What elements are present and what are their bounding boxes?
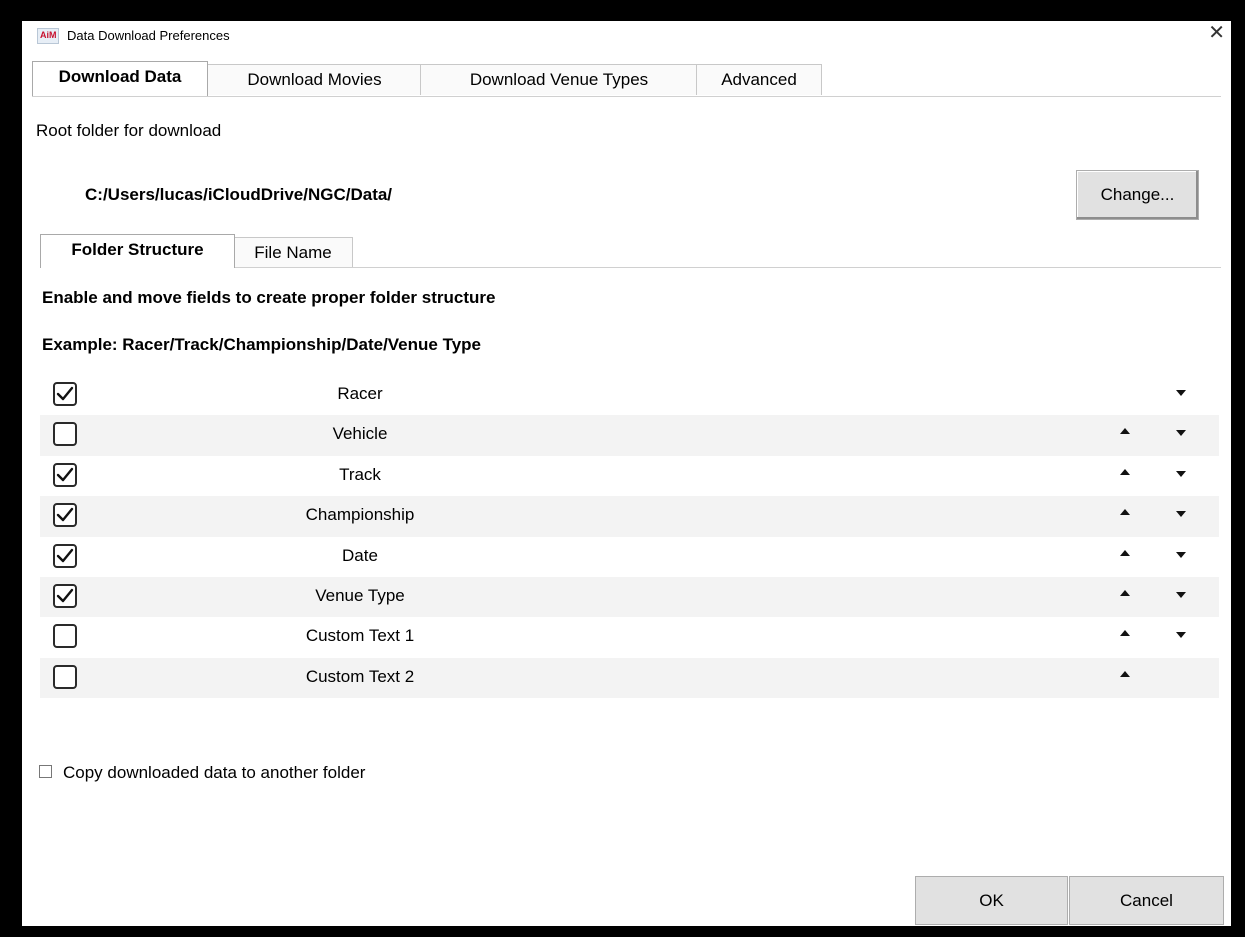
cancel-button[interactable]: Cancel xyxy=(1069,876,1224,925)
field-row: Vehicle xyxy=(40,415,1219,456)
field-row: Date xyxy=(40,537,1219,577)
window-title: Data Download Preferences xyxy=(67,28,230,43)
field-row: Custom Text 1 xyxy=(40,617,1219,657)
field-row: Venue Type xyxy=(40,576,1219,618)
field-label: Custom Text 1 xyxy=(305,626,415,646)
field-label: Track xyxy=(339,464,381,484)
tab-download-data[interactable]: Download Data xyxy=(32,61,208,96)
field-label: Championship xyxy=(305,505,415,525)
app-logo-icon: AiM xyxy=(37,28,59,44)
move-up-icon[interactable] xyxy=(1120,549,1130,556)
move-up-icon[interactable] xyxy=(1120,630,1130,637)
tab-file-name[interactable]: File Name xyxy=(233,237,353,268)
field-row: Championship xyxy=(40,496,1219,537)
move-up-icon[interactable] xyxy=(1120,589,1130,596)
field-row: Track xyxy=(40,456,1219,496)
copy-to-folder-label: Copy downloaded data to another folder xyxy=(63,763,366,782)
field-list: Racer Vehicle Track Championship Date Venue T… xyxy=(40,375,1219,699)
example-text: Example: Racer/Track/Championship/Date/V… xyxy=(42,335,482,354)
close-icon[interactable]: ✕ xyxy=(1208,23,1225,43)
tab-download-venue-types[interactable]: Download Venue Types xyxy=(420,64,698,95)
move-up-icon[interactable] xyxy=(1120,509,1130,516)
tab-divider xyxy=(32,96,1221,97)
field-label: Custom Text 2 xyxy=(305,666,415,686)
tab-folder-structure[interactable]: Folder Structure xyxy=(40,234,235,268)
change-folder-button[interactable]: Change... xyxy=(1076,170,1199,220)
field-label: Venue Type xyxy=(315,585,405,605)
copy-to-folder-checkbox[interactable] xyxy=(39,765,52,778)
move-down-icon[interactable] xyxy=(1176,430,1186,437)
instruction-text: Enable and move fields to create proper … xyxy=(42,288,496,307)
title-bar: AiM Data Download Preferences ✕ xyxy=(22,21,1231,51)
move-down-icon[interactable] xyxy=(1176,591,1186,598)
root-folder-label: Root folder for download xyxy=(36,121,222,140)
tab-advanced[interactable]: Advanced xyxy=(696,64,822,95)
field-label: Racer xyxy=(337,384,383,403)
preferences-dialog: AiM Data Download Preferences ✕ Download… xyxy=(22,21,1231,926)
field-row: Racer xyxy=(40,375,1219,415)
ok-button[interactable]: OK xyxy=(915,876,1068,925)
move-down-icon[interactable] xyxy=(1176,390,1186,396)
move-down-icon[interactable] xyxy=(1176,551,1186,558)
move-up-icon[interactable] xyxy=(1120,670,1130,677)
tab-download-movies[interactable]: Download Movies xyxy=(207,64,422,95)
move-up-icon[interactable] xyxy=(1120,468,1130,475)
field-label: Vehicle xyxy=(332,424,388,444)
move-down-icon[interactable] xyxy=(1176,632,1186,639)
move-down-icon[interactable] xyxy=(1176,511,1186,518)
field-label: Date xyxy=(342,545,378,565)
root-folder-path: C:/Users/lucas/iCloudDrive/NGC/Data/ xyxy=(85,185,393,204)
move-down-icon[interactable] xyxy=(1176,470,1186,477)
field-row: Custom Text 2 xyxy=(40,657,1219,699)
move-up-icon[interactable] xyxy=(1120,428,1130,435)
